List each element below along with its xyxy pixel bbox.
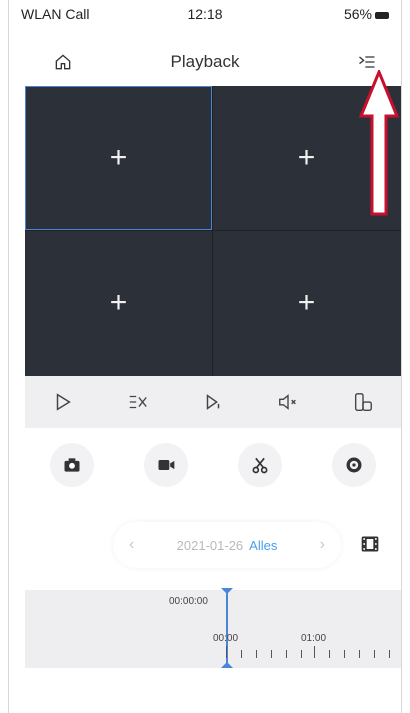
timeline-tick [314,646,315,658]
rotate-icon[interactable] [352,391,374,413]
timeline-tick [359,650,360,658]
filter-label[interactable]: Alles [249,538,277,553]
timeline-tick [344,650,345,658]
video-record-icon [158,460,175,470]
timeline[interactable]: 00:00:00 00:00 01:00 [25,588,401,668]
battery-icon [375,11,389,19]
timeline-tick-label: 00:00 [213,633,239,644]
title-bar: Playback [9,44,401,80]
video-grid: + + + + [25,86,401,376]
battery: 56% [344,6,389,22]
playback-controls [25,376,401,428]
date-selector[interactable]: ‹ 2021-01-26 Alles › [113,522,341,568]
stream-button[interactable] [332,443,376,487]
split-view-icon[interactable] [127,391,149,413]
clock: 12:18 [187,6,223,22]
timeline-current-time: 00:00:00 [169,596,208,607]
timeline-tick [286,650,287,658]
timeline-tick [226,646,227,658]
grid-divider [212,86,213,376]
timeline-tick-label: 01:00 [301,633,327,644]
tool-row [25,438,401,492]
add-icon: + [297,286,316,319]
status-bar: WLAN Call 12:18 56% [9,0,401,34]
page-title: Playback [170,52,240,71]
clip-button[interactable] [238,443,282,487]
annotation-arrow-icon [359,70,399,216]
add-icon: + [109,141,128,174]
timeline-tick [256,650,257,658]
add-icon: + [109,286,128,319]
mute-icon[interactable] [277,391,299,413]
snapshot-button[interactable] [50,443,94,487]
date-value[interactable]: 2021-01-26 [177,538,244,553]
timeline-tick [271,650,272,658]
carrier-label: WLAN Call [21,6,90,22]
video-slot-3[interactable]: + [25,231,212,375]
scissors-icon [252,457,268,474]
stream-icon [346,457,362,473]
next-icon[interactable]: › [320,536,325,554]
timeline-tick [301,650,302,658]
app-frame: WLAN Call 12:18 56% Playback + + + + ‹ 2… [8,0,402,713]
play-icon[interactable] [52,391,74,413]
record-button[interactable] [144,443,188,487]
camera-icon [64,458,80,472]
video-slot-1[interactable]: + [25,86,212,230]
add-icon: + [297,141,316,174]
timeline-tick [329,650,330,658]
battery-label: 56% [343,6,372,22]
step-icon[interactable] [202,391,224,413]
film-icon[interactable] [359,534,381,554]
timeline-cursor-foot[interactable] [221,662,233,668]
list-menu-icon[interactable] [357,52,377,72]
grid-divider [25,230,401,231]
timeline-tick [389,650,390,658]
timeline-tick [374,650,375,658]
video-slot-4[interactable]: + [213,231,400,375]
prev-icon[interactable]: ‹ [129,536,134,554]
timeline-tick [241,650,242,658]
